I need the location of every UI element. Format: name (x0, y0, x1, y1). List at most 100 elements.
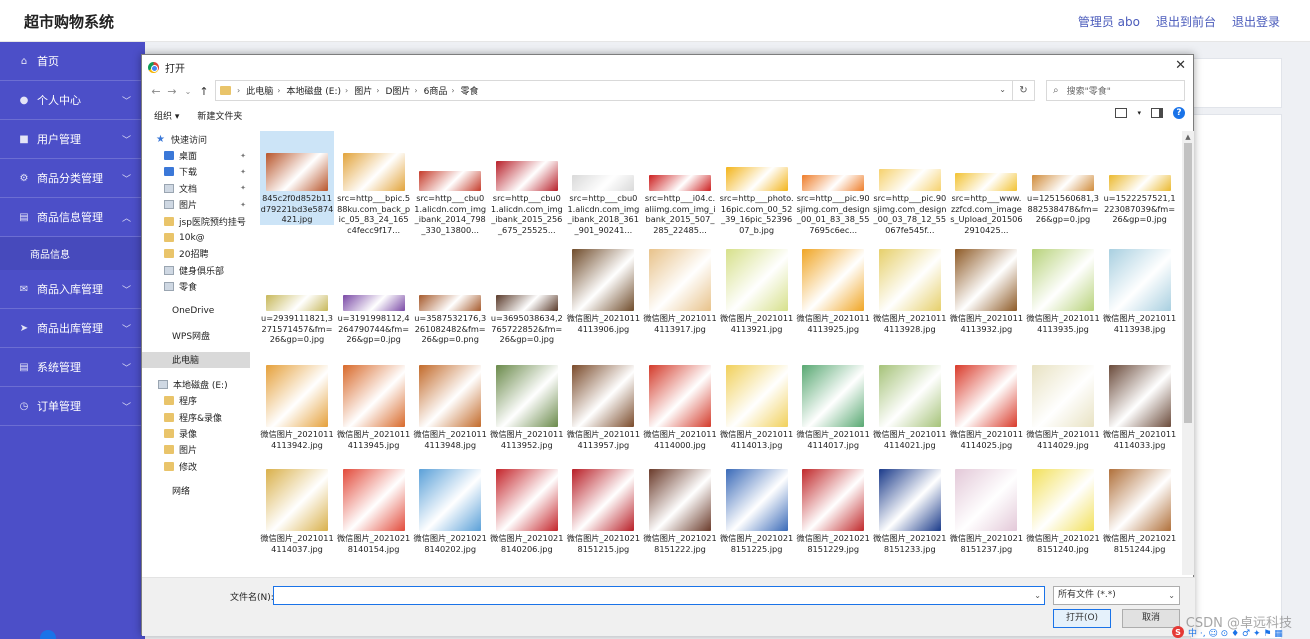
file-item[interactable]: 微信图片_20210218151215.jpg (566, 467, 640, 554)
sidebar-item-1[interactable]: ● 个人中心 ﹀ (0, 81, 145, 120)
nav-item[interactable]: 下载 ✦ (142, 164, 250, 180)
nav-item[interactable]: 录像 (142, 425, 250, 441)
file-item[interactable]: 微信图片_20210114113932.jpg (949, 247, 1023, 334)
file-item[interactable]: 微信图片_20210114113921.jpg (720, 247, 794, 334)
file-item[interactable]: 微信图片_20210218151244.jpg (1103, 467, 1177, 554)
file-item[interactable]: src=http___cbu01.alicdn.com_img_ibank_20… (413, 131, 487, 235)
back-arrow-icon[interactable]: ← (148, 85, 164, 98)
file-item[interactable]: 微信图片_20210114113948.jpg (413, 363, 487, 450)
file-item[interactable]: u=1251560681,3882538478&fm=26&gp=0.jpg (1026, 131, 1100, 225)
breadcrumb-item[interactable]: D图片 (385, 84, 410, 97)
file-item[interactable]: 微信图片_20210114114021.jpg (873, 363, 947, 450)
nav-item[interactable]: 桌面 ✦ (142, 147, 250, 163)
breadcrumb-item[interactable]: 此电脑 (246, 84, 273, 97)
sidebar-item-8[interactable]: ◷ 订单管理 ﹀ (0, 387, 145, 426)
recent-dropdown-icon[interactable]: ⌄ (180, 87, 196, 96)
nav-item[interactable]: 本地磁盘 (E:) (142, 376, 250, 392)
sidebar-item-5[interactable]: ✉ 商品入库管理 ﹀ (0, 270, 145, 309)
new-folder-button[interactable]: 新建文件夹 (197, 109, 242, 122)
file-item[interactable]: 微信图片_20210218140206.jpg (490, 467, 564, 554)
sidebar-item-0[interactable]: ⌂ 首页 (0, 42, 145, 81)
nav-item[interactable]: 图片 (142, 442, 250, 458)
file-item[interactable]: src=http___photo.16pic.com_00_52_39_16pi… (720, 131, 794, 235)
file-item[interactable]: 845c2f0d852b11d79221bd3e5874421.jpg (260, 131, 334, 225)
file-item[interactable]: 微信图片_20210218151222.jpg (643, 467, 717, 554)
file-item[interactable]: 微信图片_20210114114013.jpg (720, 363, 794, 450)
open-button[interactable]: 打开(O) (1053, 609, 1111, 628)
nav-item[interactable]: 零食 (142, 279, 250, 295)
file-item[interactable]: src=http___www.zzfcd.com_images_Upload_2… (949, 131, 1023, 235)
sidebar-item-3[interactable]: ⚙ 商品分类管理 ﹀ (0, 159, 145, 198)
nav-item[interactable]: 此电脑 (142, 351, 250, 369)
nav-item[interactable]: 修改 (142, 458, 250, 474)
file-item[interactable]: 微信图片_20210218151225.jpg (720, 467, 794, 554)
close-icon[interactable]: ✕ (1175, 58, 1186, 73)
file-item[interactable]: 微信图片_20210114113925.jpg (796, 247, 870, 334)
file-item[interactable]: 微信图片_20210114114029.jpg (1026, 363, 1100, 450)
breadcrumb-separator-icon[interactable]: › (376, 86, 379, 95)
breadcrumb-separator-icon[interactable]: › (414, 86, 417, 95)
file-item[interactable]: 微信图片_20210114114033.jpg (1103, 363, 1177, 450)
file-item[interactable]: u=1522257521,1223087039&fm=26&gp=0.jpg (1103, 131, 1177, 225)
file-item[interactable]: 微信图片_20210218151237.jpg (949, 467, 1023, 554)
file-item[interactable]: 微信图片_20210218151229.jpg (796, 467, 870, 554)
breadcrumb-item[interactable]: 零食 (461, 84, 479, 97)
nav-item[interactable]: OneDrive (142, 303, 250, 319)
file-item[interactable]: 微信图片_20210114113935.jpg (1026, 247, 1100, 334)
breadcrumb-separator-icon[interactable]: › (345, 86, 348, 95)
file-item[interactable]: 微信图片_20210218140154.jpg (337, 467, 411, 554)
file-item[interactable]: src=http___pic.90sjimg.com_design_00_01_… (796, 131, 870, 235)
breadcrumb-item[interactable]: 图片 (354, 84, 372, 97)
sidebar-subitem[interactable]: 商品信息 (0, 237, 145, 270)
sidebar-item-4[interactable]: ▤ 商品信息管理 ︿ (0, 198, 145, 237)
preview-pane-icon[interactable] (1151, 108, 1163, 118)
filename-input[interactable]: ⌄ (273, 586, 1045, 605)
file-item[interactable]: u=3587532176,3261082482&fm=26&gp=0.png (413, 247, 487, 345)
nav-item[interactable]: 图片 ✦ (142, 197, 250, 213)
view-dropdown-icon[interactable]: ▾ (1137, 109, 1141, 117)
file-item[interactable]: 微信图片_20210114113957.jpg (566, 363, 640, 450)
file-item[interactable]: src=http___bpic.588ku.com_back_pic_05_83… (337, 131, 411, 235)
scrollbar-thumb[interactable] (1184, 143, 1192, 423)
breadcrumb-item[interactable]: 本地磁盘 (E:) (286, 84, 341, 97)
sidebar-item-7[interactable]: ▤ 系统管理 ﹀ (0, 348, 145, 387)
breadcrumb-separator-icon[interactable]: › (277, 86, 280, 95)
file-item[interactable]: u=3191998112,4264790744&fm=26&gp=0.jpg (337, 247, 411, 345)
file-item[interactable]: 微信图片_20210114114000.jpg (643, 363, 717, 450)
file-item[interactable]: 微信图片_20210114113906.jpg (566, 247, 640, 334)
nav-item[interactable]: 健身俱乐部 (142, 262, 250, 278)
back-to-front-link[interactable]: 退出到前台 (1156, 13, 1216, 30)
filetype-select[interactable]: 所有文件 (*.*) ⌄ (1053, 586, 1180, 605)
forward-arrow-icon[interactable]: → (164, 85, 180, 98)
file-item[interactable]: u=2939111821,3271571457&fm=26&gp=0.jpg (260, 247, 334, 345)
logout-link[interactable]: 退出登录 (1232, 13, 1280, 30)
file-item[interactable]: src=http___pic.90sjimg.com_design_00_03_… (873, 131, 947, 235)
nav-item[interactable]: jsp医院预约挂号 (142, 213, 250, 229)
file-item[interactable]: 微信图片_20210218151240.jpg (1026, 467, 1100, 554)
nav-item[interactable]: 网络 (142, 482, 250, 498)
chevron-down-icon[interactable]: ⌄ (1034, 587, 1041, 604)
file-item[interactable]: 微信图片_20210218140202.jpg (413, 467, 487, 554)
file-item[interactable]: 微信图片_20210114113938.jpg (1103, 247, 1177, 334)
nav-item[interactable]: WPS网盘 (142, 327, 250, 343)
view-options-icon[interactable] (1115, 108, 1128, 118)
file-item[interactable]: src=http___cbu01.alicdn.com_img_ibank_20… (566, 131, 640, 235)
nav-item[interactable]: 程序&录像 (142, 409, 250, 425)
nav-item[interactable]: 文档 ✦ (142, 180, 250, 196)
address-bar[interactable]: › 此电脑 › 本地磁盘 (E:) › 图片 › D图片 › 6商品 › 零食 ⌄ ↻ (215, 80, 1035, 101)
file-item[interactable]: src=http___cbu01.alicdn.com_img_ibank_20… (490, 131, 564, 235)
refresh-icon[interactable]: ↻ (1012, 81, 1034, 100)
nav-item[interactable]: ★ 快速访问 (142, 131, 250, 147)
file-item[interactable]: 微信图片_20210114113952.jpg (490, 363, 564, 450)
file-item[interactable]: 微信图片_20210114113928.jpg (873, 247, 947, 334)
file-item[interactable]: 微信图片_20210114114025.jpg (949, 363, 1023, 450)
search-input[interactable]: ⌕ 搜索"零食" (1046, 80, 1185, 101)
nav-item[interactable]: 10k@ (142, 229, 250, 245)
file-item[interactable]: 微信图片_20210114113942.jpg (260, 363, 334, 450)
file-item[interactable]: u=3695038634,2765722852&fm=26&gp=0.jpg (490, 247, 564, 345)
file-item[interactable]: 微信图片_20210114114017.jpg (796, 363, 870, 450)
sidebar-item-2[interactable]: ■ 用户管理 ﹀ (0, 120, 145, 159)
sidebar-item-6[interactable]: ➤ 商品出库管理 ﹀ (0, 309, 145, 348)
nav-item[interactable]: 程序 (142, 392, 250, 408)
sogou-icon[interactable]: S (1172, 626, 1184, 638)
